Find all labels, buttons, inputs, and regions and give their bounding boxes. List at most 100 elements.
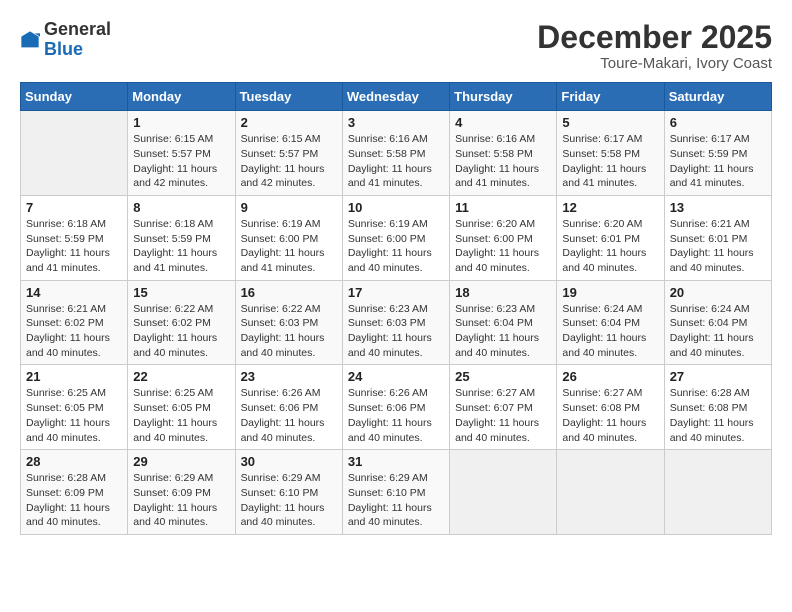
- day-number: 9: [241, 200, 337, 215]
- day-info: Sunrise: 6:29 AM Sunset: 6:09 PM Dayligh…: [133, 471, 229, 530]
- calendar-week-row: 1 Sunrise: 6:15 AM Sunset: 5:57 PM Dayli…: [21, 111, 772, 196]
- sunrise-text: Sunrise: 6:19 AM: [241, 218, 321, 230]
- calendar-cell: 5 Sunrise: 6:17 AM Sunset: 5:58 PM Dayli…: [557, 111, 664, 196]
- sunrise-text: Sunrise: 6:15 AM: [241, 133, 321, 145]
- sunset-text: Sunset: 5:58 PM: [455, 148, 533, 160]
- daylight-text: Daylight: 11 hours and 40 minutes.: [348, 332, 432, 359]
- calendar-cell: [450, 450, 557, 535]
- weekday-header: Saturday: [664, 83, 771, 111]
- sunrise-text: Sunrise: 6:29 AM: [133, 472, 213, 484]
- weekday-header: Sunday: [21, 83, 128, 111]
- calendar-cell: 8 Sunrise: 6:18 AM Sunset: 5:59 PM Dayli…: [128, 195, 235, 280]
- calendar-cell: 7 Sunrise: 6:18 AM Sunset: 5:59 PM Dayli…: [21, 195, 128, 280]
- sunset-text: Sunset: 6:10 PM: [241, 487, 319, 499]
- sunset-text: Sunset: 5:58 PM: [348, 148, 426, 160]
- day-number: 11: [455, 200, 551, 215]
- day-number: 28: [26, 454, 122, 469]
- daylight-text: Daylight: 11 hours and 41 minutes.: [133, 247, 217, 274]
- day-number: 25: [455, 369, 551, 384]
- day-info: Sunrise: 6:22 AM Sunset: 6:03 PM Dayligh…: [241, 302, 337, 361]
- day-number: 10: [348, 200, 444, 215]
- calendar-cell: 13 Sunrise: 6:21 AM Sunset: 6:01 PM Dayl…: [664, 195, 771, 280]
- calendar-cell: 17 Sunrise: 6:23 AM Sunset: 6:03 PM Dayl…: [342, 280, 449, 365]
- calendar-week-row: 21 Sunrise: 6:25 AM Sunset: 6:05 PM Dayl…: [21, 365, 772, 450]
- calendar-week-row: 7 Sunrise: 6:18 AM Sunset: 5:59 PM Dayli…: [21, 195, 772, 280]
- day-number: 27: [670, 369, 766, 384]
- day-number: 22: [133, 369, 229, 384]
- sunrise-text: Sunrise: 6:25 AM: [26, 387, 106, 399]
- day-info: Sunrise: 6:15 AM Sunset: 5:57 PM Dayligh…: [133, 132, 229, 191]
- daylight-text: Daylight: 11 hours and 40 minutes.: [133, 502, 217, 529]
- sunset-text: Sunset: 6:02 PM: [133, 317, 211, 329]
- month-title: December 2025: [537, 20, 772, 55]
- daylight-text: Daylight: 11 hours and 41 minutes.: [348, 163, 432, 190]
- day-info: Sunrise: 6:20 AM Sunset: 6:01 PM Dayligh…: [562, 217, 658, 276]
- day-number: 30: [241, 454, 337, 469]
- day-number: 18: [455, 285, 551, 300]
- day-info: Sunrise: 6:25 AM Sunset: 6:05 PM Dayligh…: [133, 386, 229, 445]
- day-number: 31: [348, 454, 444, 469]
- day-info: Sunrise: 6:21 AM Sunset: 6:02 PM Dayligh…: [26, 302, 122, 361]
- day-number: 20: [670, 285, 766, 300]
- daylight-text: Daylight: 11 hours and 41 minutes.: [670, 163, 754, 190]
- day-info: Sunrise: 6:24 AM Sunset: 6:04 PM Dayligh…: [562, 302, 658, 361]
- daylight-text: Daylight: 11 hours and 40 minutes.: [133, 332, 217, 359]
- calendar-cell: 4 Sunrise: 6:16 AM Sunset: 5:58 PM Dayli…: [450, 111, 557, 196]
- sunset-text: Sunset: 5:58 PM: [562, 148, 640, 160]
- sunrise-text: Sunrise: 6:28 AM: [670, 387, 750, 399]
- day-info: Sunrise: 6:28 AM Sunset: 6:09 PM Dayligh…: [26, 471, 122, 530]
- calendar-cell: 20 Sunrise: 6:24 AM Sunset: 6:04 PM Dayl…: [664, 280, 771, 365]
- day-info: Sunrise: 6:18 AM Sunset: 5:59 PM Dayligh…: [133, 217, 229, 276]
- day-number: 12: [562, 200, 658, 215]
- sunset-text: Sunset: 5:57 PM: [241, 148, 319, 160]
- calendar-table: SundayMondayTuesdayWednesdayThursdayFrid…: [20, 82, 772, 535]
- weekday-header-row: SundayMondayTuesdayWednesdayThursdayFrid…: [21, 83, 772, 111]
- day-info: Sunrise: 6:19 AM Sunset: 6:00 PM Dayligh…: [348, 217, 444, 276]
- sunset-text: Sunset: 6:09 PM: [133, 487, 211, 499]
- day-number: 26: [562, 369, 658, 384]
- sunset-text: Sunset: 6:05 PM: [26, 402, 104, 414]
- calendar-cell: 23 Sunrise: 6:26 AM Sunset: 6:06 PM Dayl…: [235, 365, 342, 450]
- calendar-cell: 16 Sunrise: 6:22 AM Sunset: 6:03 PM Dayl…: [235, 280, 342, 365]
- page-header: General Blue December 2025 Toure-Makari,…: [20, 20, 772, 72]
- day-info: Sunrise: 6:18 AM Sunset: 5:59 PM Dayligh…: [26, 217, 122, 276]
- sunrise-text: Sunrise: 6:17 AM: [670, 133, 750, 145]
- daylight-text: Daylight: 11 hours and 40 minutes.: [455, 417, 539, 444]
- sunset-text: Sunset: 6:08 PM: [562, 402, 640, 414]
- weekday-header: Monday: [128, 83, 235, 111]
- sunset-text: Sunset: 6:00 PM: [455, 233, 533, 245]
- sunrise-text: Sunrise: 6:18 AM: [133, 218, 213, 230]
- sunset-text: Sunset: 5:57 PM: [133, 148, 211, 160]
- calendar-cell: 1 Sunrise: 6:15 AM Sunset: 5:57 PM Dayli…: [128, 111, 235, 196]
- day-number: 8: [133, 200, 229, 215]
- day-number: 3: [348, 115, 444, 130]
- daylight-text: Daylight: 11 hours and 41 minutes.: [455, 163, 539, 190]
- sunrise-text: Sunrise: 6:20 AM: [455, 218, 535, 230]
- sunrise-text: Sunrise: 6:27 AM: [455, 387, 535, 399]
- daylight-text: Daylight: 11 hours and 40 minutes.: [26, 417, 110, 444]
- sunset-text: Sunset: 6:01 PM: [670, 233, 748, 245]
- daylight-text: Daylight: 11 hours and 40 minutes.: [348, 417, 432, 444]
- daylight-text: Daylight: 11 hours and 41 minutes.: [562, 163, 646, 190]
- day-info: Sunrise: 6:21 AM Sunset: 6:01 PM Dayligh…: [670, 217, 766, 276]
- daylight-text: Daylight: 11 hours and 40 minutes.: [455, 247, 539, 274]
- daylight-text: Daylight: 11 hours and 42 minutes.: [133, 163, 217, 190]
- daylight-text: Daylight: 11 hours and 41 minutes.: [26, 247, 110, 274]
- calendar-cell: 18 Sunrise: 6:23 AM Sunset: 6:04 PM Dayl…: [450, 280, 557, 365]
- calendar-cell: 22 Sunrise: 6:25 AM Sunset: 6:05 PM Dayl…: [128, 365, 235, 450]
- day-number: 2: [241, 115, 337, 130]
- sunrise-text: Sunrise: 6:18 AM: [26, 218, 106, 230]
- sunrise-text: Sunrise: 6:29 AM: [241, 472, 321, 484]
- sunrise-text: Sunrise: 6:15 AM: [133, 133, 213, 145]
- day-info: Sunrise: 6:16 AM Sunset: 5:58 PM Dayligh…: [455, 132, 551, 191]
- sunrise-text: Sunrise: 6:26 AM: [241, 387, 321, 399]
- calendar-cell: 24 Sunrise: 6:26 AM Sunset: 6:06 PM Dayl…: [342, 365, 449, 450]
- sunset-text: Sunset: 6:04 PM: [562, 317, 640, 329]
- calendar-cell: 14 Sunrise: 6:21 AM Sunset: 6:02 PM Dayl…: [21, 280, 128, 365]
- calendar-cell: [557, 450, 664, 535]
- day-info: Sunrise: 6:20 AM Sunset: 6:00 PM Dayligh…: [455, 217, 551, 276]
- sunset-text: Sunset: 5:59 PM: [26, 233, 104, 245]
- day-number: 21: [26, 369, 122, 384]
- day-info: Sunrise: 6:27 AM Sunset: 6:07 PM Dayligh…: [455, 386, 551, 445]
- sunset-text: Sunset: 6:00 PM: [241, 233, 319, 245]
